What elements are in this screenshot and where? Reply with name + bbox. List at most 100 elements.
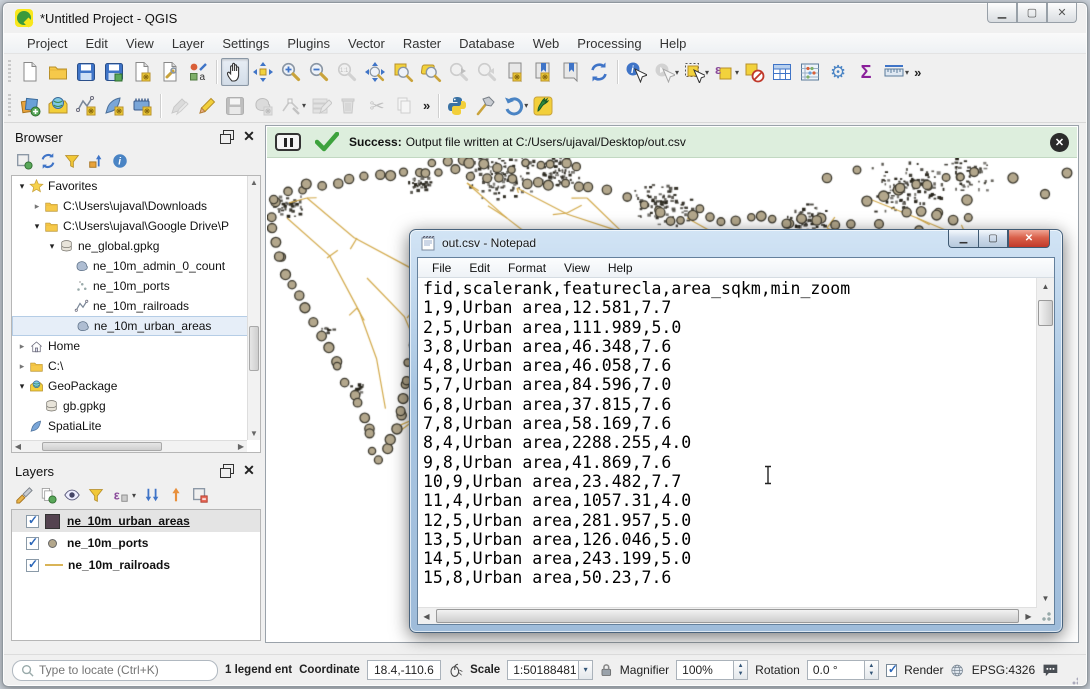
menu-view[interactable]: View bbox=[117, 34, 163, 53]
browser-item-railroads[interactable]: ne_10m_railroads bbox=[12, 296, 260, 316]
delete-selected-button[interactable] bbox=[335, 92, 363, 120]
lock-icon[interactable] bbox=[600, 662, 613, 678]
rotation-spinner[interactable]: ▲ ▼ bbox=[864, 660, 879, 680]
browser-refresh-icon[interactable] bbox=[39, 152, 57, 170]
current-edits-button[interactable] bbox=[165, 92, 193, 120]
notepad-menu-file[interactable]: File bbox=[424, 260, 459, 276]
qgis-titlebar[interactable]: *Untitled Project - QGIS ▁ ▢ ✕ bbox=[3, 3, 1087, 33]
browser-item-ne-global-gpkg[interactable]: ▾ ne_global.gpkg bbox=[12, 236, 260, 256]
browser-item-urban-areas[interactable]: ne_10m_urban_areas bbox=[12, 316, 260, 336]
menu-raster[interactable]: Raster bbox=[394, 34, 450, 53]
deselect-features-button[interactable] bbox=[740, 58, 768, 86]
crs-globe-icon[interactable] bbox=[950, 662, 964, 679]
collapse-all-icon[interactable] bbox=[167, 486, 185, 504]
filter-expression-icon[interactable]: ε bbox=[111, 486, 129, 504]
menu-edit[interactable]: Edit bbox=[76, 34, 116, 53]
modify-attributes-button[interactable] bbox=[307, 92, 335, 120]
message-close-button[interactable]: ✕ bbox=[1050, 132, 1069, 152]
layer-checkbox[interactable] bbox=[26, 557, 39, 572]
notepad-text-area[interactable]: fid,scalerank,featurecla,area_sqkm,min_z… bbox=[418, 278, 1037, 607]
menu-settings[interactable]: Settings bbox=[213, 34, 278, 53]
browser-filter-icon[interactable] bbox=[63, 152, 81, 170]
menu-processing[interactable]: Processing bbox=[568, 34, 650, 53]
locate-box[interactable] bbox=[12, 659, 218, 681]
browser-item-favorites[interactable]: ▾ Favorites bbox=[12, 176, 260, 196]
new-shapefile-layer-button[interactable] bbox=[72, 92, 100, 120]
notepad-menu-view[interactable]: View bbox=[556, 260, 598, 276]
browser-item-home[interactable]: ▸ Home bbox=[12, 336, 260, 356]
zoom-native-button[interactable]: 1:1 bbox=[333, 58, 361, 86]
options-button[interactable]: ⚙ bbox=[824, 58, 852, 86]
zoom-in-button[interactable] bbox=[277, 58, 305, 86]
zoom-to-selection-button[interactable] bbox=[389, 58, 417, 86]
copy-features-button[interactable] bbox=[391, 92, 419, 120]
notepad-menu-edit[interactable]: Edit bbox=[461, 260, 498, 276]
browser-item-spatialite[interactable]: SpatiaLite bbox=[12, 416, 260, 436]
menu-database[interactable]: Database bbox=[450, 34, 524, 53]
browser-float-button[interactable] bbox=[219, 130, 235, 144]
save-project-as-button[interactable] bbox=[100, 58, 128, 86]
statistics-button[interactable]: Σ bbox=[852, 58, 880, 86]
save-layer-edits-button[interactable] bbox=[221, 92, 249, 120]
messages-bubble-icon[interactable] bbox=[1042, 662, 1059, 678]
filter-legend-icon[interactable] bbox=[87, 486, 105, 504]
new-print-layout-button[interactable] bbox=[128, 58, 156, 86]
filter-expression-dropdown[interactable]: ▾ bbox=[132, 491, 136, 500]
browser-vscrollbar[interactable]: ▲ ▼ bbox=[247, 176, 260, 440]
window-resize-grip[interactable] bbox=[1067, 673, 1079, 685]
coordinate-value-box[interactable]: 18.4,-110.6 bbox=[366, 660, 441, 680]
menu-layer[interactable]: Layer bbox=[163, 34, 214, 53]
browser-item-ports[interactable]: ne_10m_ports bbox=[12, 276, 260, 296]
select-by-expression-button[interactable]: ε bbox=[710, 58, 738, 86]
layer-checkbox[interactable] bbox=[26, 535, 39, 550]
save-project-button[interactable] bbox=[72, 58, 100, 86]
toggle-editing-button[interactable] bbox=[193, 92, 221, 120]
notepad-titlebar[interactable]: out.csv - Notepad bbox=[420, 235, 536, 251]
pan-map-button[interactable] bbox=[221, 58, 249, 86]
run-feature-action-button[interactable] bbox=[650, 58, 678, 86]
browser-properties-icon[interactable]: i bbox=[111, 152, 129, 170]
locate-input[interactable] bbox=[39, 663, 209, 677]
layer-item-railroads[interactable]: ne_10m_railroads bbox=[12, 554, 260, 576]
close-button[interactable]: ✕ bbox=[1047, 3, 1077, 23]
toolbar-overflow-button[interactable]: » bbox=[910, 65, 925, 80]
refresh-map-button[interactable] bbox=[585, 58, 613, 86]
notepad-vscrollbar[interactable]: ▲ ▼ bbox=[1037, 278, 1054, 607]
layer-styling-icon[interactable] bbox=[15, 486, 33, 504]
rotation-value-box[interactable]: 0.0 ° bbox=[806, 660, 865, 680]
browser-collapse-all-icon[interactable] bbox=[87, 152, 105, 170]
minimize-button[interactable]: ▁ bbox=[987, 3, 1017, 23]
magnifier-value-box[interactable]: 100% bbox=[676, 660, 735, 680]
notepad-close-button[interactable]: ✕ bbox=[1008, 229, 1050, 248]
expand-all-icon[interactable] bbox=[143, 486, 161, 504]
measure-button[interactable] bbox=[880, 58, 908, 86]
zoom-last-button[interactable] bbox=[445, 58, 473, 86]
browser-item-c-drive[interactable]: ▸ C:\ bbox=[12, 356, 260, 376]
message-panel-button[interactable] bbox=[275, 133, 301, 151]
browser-item-gb-gpkg[interactable]: gb.gpkg bbox=[12, 396, 260, 416]
notepad-menu-help[interactable]: Help bbox=[600, 260, 641, 276]
browser-item-geopackage[interactable]: ▾ GeoPackage bbox=[12, 376, 260, 396]
layer-item-urban-areas[interactable]: ne_10m_urban_areas bbox=[12, 510, 260, 532]
layers-float-button[interactable] bbox=[219, 464, 235, 478]
menu-plugins[interactable]: Plugins bbox=[278, 34, 339, 53]
notepad-window[interactable]: out.csv - Notepad ▁ ▢ ✕ File Edit Format… bbox=[409, 229, 1063, 633]
processing-history-button[interactable] bbox=[471, 92, 499, 120]
zoom-out-button[interactable] bbox=[305, 58, 333, 86]
new-bookmark-button[interactable] bbox=[501, 58, 529, 86]
identify-features-button[interactable]: i bbox=[622, 58, 650, 86]
remove-layer-icon[interactable] bbox=[191, 486, 209, 504]
browser-item-admin0-countries[interactable]: ne_10m_admin_0_count bbox=[12, 256, 260, 276]
layer-item-ports[interactable]: ne_10m_ports bbox=[12, 532, 260, 554]
menu-help[interactable]: Help bbox=[651, 34, 696, 53]
show-bookmarks-button[interactable] bbox=[529, 58, 557, 86]
show-layout-manager-button[interactable] bbox=[156, 58, 184, 86]
browser-item-downloads[interactable]: ▸ C:\Users\ujaval\Downloads bbox=[12, 196, 260, 216]
magnifier-spinner[interactable]: ▲ ▼ bbox=[734, 660, 749, 680]
style-manager-button[interactable]: a bbox=[184, 58, 212, 86]
add-selected-layers-icon[interactable] bbox=[15, 152, 33, 170]
select-features-button[interactable] bbox=[680, 58, 708, 86]
render-checkbox[interactable] bbox=[885, 662, 898, 677]
notepad-maximize-button[interactable]: ▢ bbox=[978, 229, 1008, 248]
zoom-to-layer-button[interactable] bbox=[417, 58, 445, 86]
